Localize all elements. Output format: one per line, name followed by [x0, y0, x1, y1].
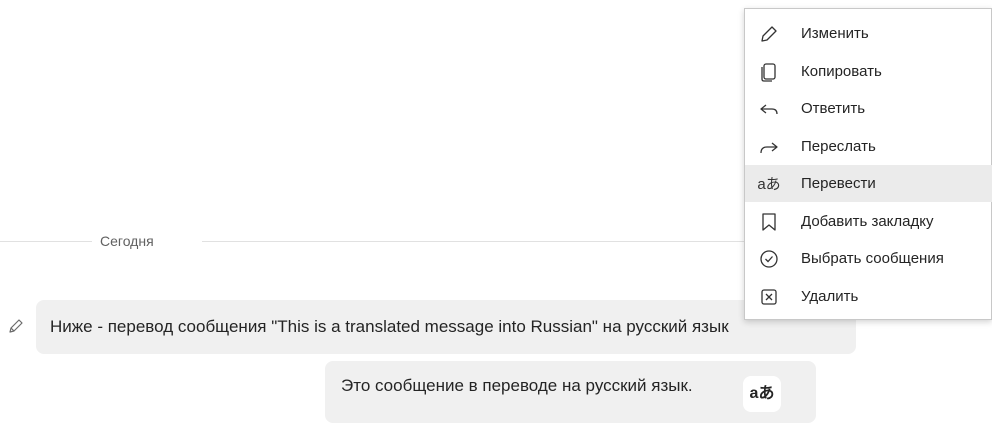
delete-box-icon — [757, 285, 781, 309]
menu-item-label: Изменить — [801, 25, 869, 42]
date-divider-label: Сегодня — [100, 233, 154, 249]
translate-icon[interactable]: aあ — [743, 376, 781, 412]
menu-item-label: Перевести — [801, 175, 876, 192]
date-divider-line-right — [202, 241, 750, 242]
menu-item-translate[interactable]: aあ Перевести — [745, 165, 992, 202]
menu-item-label: Удалить — [801, 288, 859, 305]
message-text: Ниже - перевод сообщения "This is a tran… — [50, 317, 729, 336]
menu-item-label: Копировать — [801, 63, 882, 80]
bookmark-icon — [757, 210, 781, 234]
menu-item-label: Выбрать сообщения — [801, 250, 944, 267]
menu-item-delete[interactable]: Удалить — [745, 278, 992, 315]
message-context-menu: Изменить Копировать Ответить Переслать a… — [744, 8, 992, 320]
menu-item-label: Переслать — [801, 138, 876, 155]
pencil-icon[interactable] — [6, 316, 26, 336]
pencil-icon — [757, 22, 781, 46]
message-bubble-translated[interactable]: Это сообщение в переводе на русский язык… — [325, 361, 816, 423]
menu-item-copy[interactable]: Копировать — [745, 53, 992, 90]
forward-icon — [757, 135, 781, 159]
message-bubble-original[interactable]: Ниже - перевод сообщения "This is a tran… — [36, 300, 856, 354]
menu-item-select-messages[interactable]: Выбрать сообщения — [745, 240, 992, 277]
copy-icon — [757, 60, 781, 84]
check-circle-icon — [757, 247, 781, 271]
menu-item-bookmark[interactable]: Добавить закладку — [745, 203, 992, 240]
menu-item-reply[interactable]: Ответить — [745, 90, 992, 127]
menu-item-label: Ответить — [801, 100, 866, 117]
menu-item-forward[interactable]: Переслать — [745, 128, 992, 165]
translate-icon: aあ — [757, 176, 781, 193]
message-text: Это сообщение в переводе на русский язык… — [341, 376, 693, 395]
menu-item-label: Добавить закладку — [801, 213, 934, 230]
menu-item-edit[interactable]: Изменить — [745, 15, 992, 52]
reply-icon — [757, 97, 781, 121]
date-divider-line-left — [0, 241, 92, 242]
